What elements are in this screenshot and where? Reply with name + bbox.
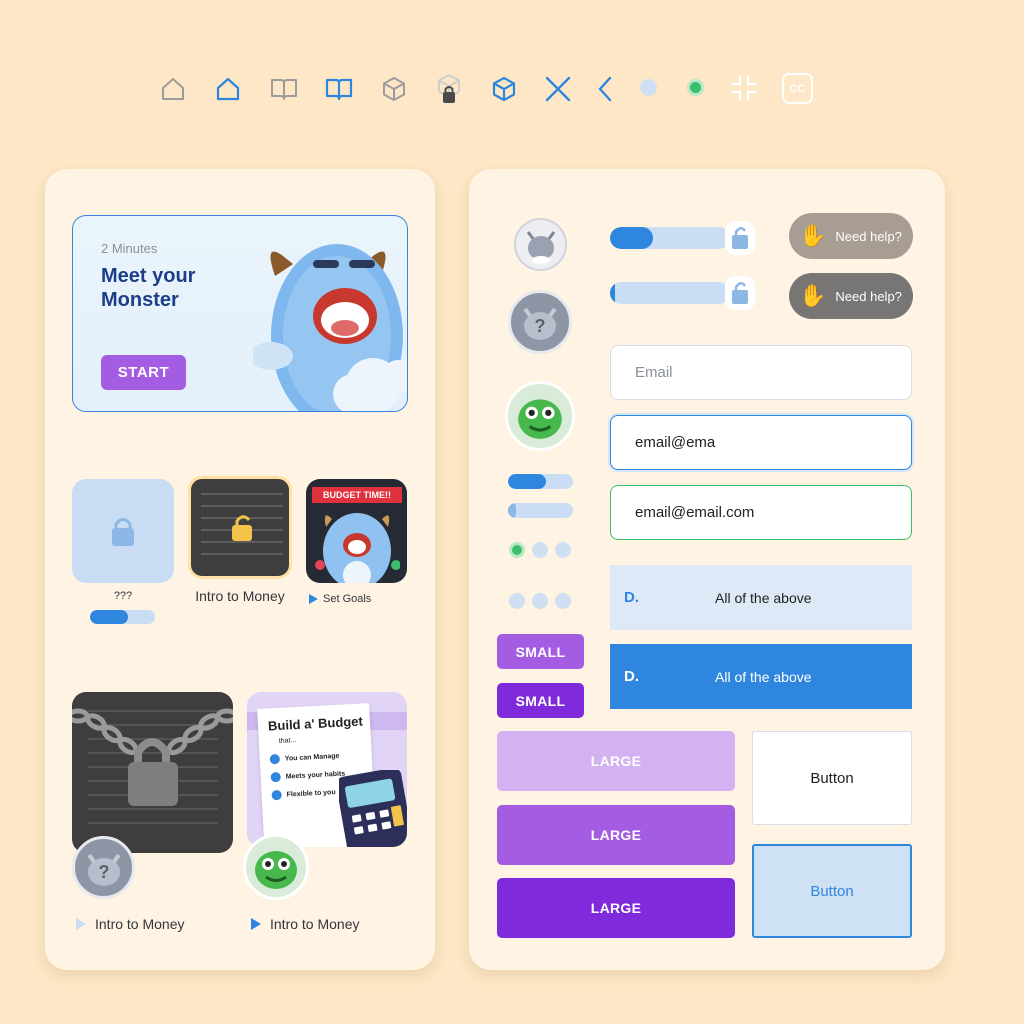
question-mark-icon: ? [86,853,121,886]
question-mark-icon: ? [523,307,557,340]
need-help-label: Need help? [835,228,902,244]
cube-active-icon[interactable] [491,76,517,102]
small-button-pressed[interactable]: SMALL [497,683,584,718]
need-help-button-pressed[interactable]: ✋ Need help? [789,273,913,319]
need-help-label: Need help? [835,288,902,304]
start-button[interactable]: START [101,355,186,390]
email-field-empty[interactable]: Email [610,345,912,400]
answer-option[interactable]: D. All of the above [610,565,912,630]
home-active-icon[interactable] [215,76,241,102]
green-monster-avatar [243,834,309,900]
lesson-progress-bar-empty [610,282,730,304]
close-icon[interactable] [544,75,572,103]
collapse-icon[interactable] [731,75,757,101]
svg-text:?: ? [535,316,546,336]
list-item: You can Manage [269,751,345,765]
chevron-left-icon[interactable] [596,75,614,103]
budget-sheet-tile[interactable]: Build a' Budget that... You can Manage M… [247,692,407,847]
home-outline-icon[interactable] [160,76,186,102]
unknown-monster-avatar: ? [72,836,135,899]
secondary-button-selected[interactable]: Button [752,844,912,938]
lock-icon [110,515,136,547]
pager-dot-active[interactable] [509,542,525,558]
large-button-pressed[interactable]: LARGE [497,878,735,938]
chained-lesson-tile[interactable] [72,692,233,853]
chained-lock-icon [72,708,233,806]
locked-lesson-caption: ??? [113,590,133,602]
lesson-duration: 2 Minutes [101,241,158,256]
outline-monster-avatar [514,218,567,271]
intro-money-tile[interactable] [188,476,292,579]
lesson-hero-card[interactable]: 2 Minutes Meet your Monster START [72,215,408,412]
cube-locked-icon [436,73,462,105]
answer-text: All of the above [715,589,812,606]
unlock-icon [725,276,755,310]
lesson-progress-bar [610,227,730,249]
closed-captions-icon[interactable]: CC [782,73,813,104]
chained-lesson-caption: Intro to Money [95,916,185,932]
calculator-icon [339,770,407,847]
locked-lesson-progress [90,610,155,624]
svg-text:?: ? [98,862,109,882]
lesson-title: Meet your Monster [101,265,196,311]
secondary-button[interactable]: Button [752,731,912,825]
set-goals-caption: Set Goals [323,593,372,605]
dot-active-icon [687,79,704,96]
dot-inactive-icon [640,79,657,96]
book-outline-icon[interactable] [270,77,298,101]
answer-text: All of the above [715,668,812,685]
large-button-disabled[interactable]: LARGE [497,731,735,791]
pager-dot[interactable] [555,593,571,609]
play-icon [309,594,318,604]
unlock-icon [229,513,255,543]
progress-bar-empty [508,503,573,518]
pager-dot[interactable] [532,593,548,609]
unlock-icon [725,221,755,255]
answer-option-selected[interactable]: D. All of the above [610,644,912,709]
budget-sheet-sub: that... [278,737,297,745]
budget-sheet-caption: Intro to Money [270,916,360,932]
set-goals-link[interactable]: Set Goals [309,593,371,605]
need-help-button[interactable]: ✋ Need help? [789,213,913,259]
book-active-icon[interactable] [325,77,353,101]
play-icon [251,918,261,930]
intro-money-caption: Intro to Money [195,588,285,604]
budget-sheet-heading: Build a' Budget [267,713,364,734]
pager-dot[interactable] [509,593,525,609]
small-button[interactable]: SMALL [497,634,584,669]
budget-time-tile[interactable]: BUDGET TIME!! [306,479,407,583]
green-monster-avatar [505,381,575,451]
email-field-focused[interactable]: email@ema [610,415,912,470]
blue-monster-thumbnail [315,513,400,583]
pager-dot[interactable] [555,542,571,558]
progress-bar-partial [508,474,573,489]
email-field-valid[interactable]: email@email.com [610,485,912,540]
blue-monster-illustration [253,244,407,411]
list-item: Flexible to you [271,786,346,801]
large-button[interactable]: LARGE [497,805,735,865]
play-icon [76,918,86,930]
budget-sheet-link[interactable]: Intro to Money [251,916,360,932]
answer-letter: D. [624,589,639,606]
chained-lesson-link[interactable]: Intro to Money [76,916,185,932]
budget-sheet-list: You can Manage Meets your habits Flexibl… [269,751,347,801]
pager-dot[interactable] [532,542,548,558]
locked-lesson-tile[interactable] [72,479,174,583]
list-item: Meets your habits [270,769,345,783]
cube-outline-icon[interactable] [381,76,407,102]
unknown-monster-avatar: ? [508,290,572,354]
answer-letter: D. [624,668,639,685]
waving-hand-icon: ✋ [799,223,827,248]
waving-hand-icon: ✋ [799,283,827,308]
